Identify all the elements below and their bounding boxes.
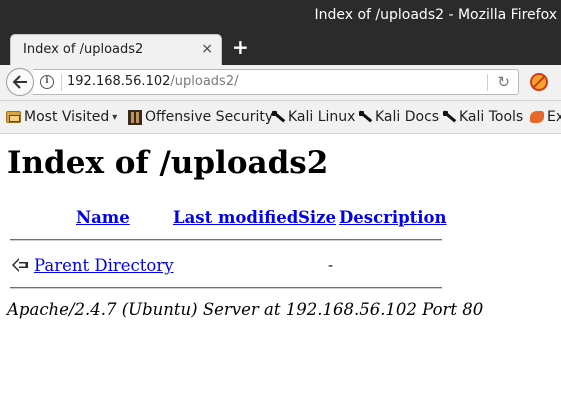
bookmark-label: Ex [547, 109, 561, 125]
folder-icon [6, 111, 21, 123]
server-signature: Apache/2.4.7 (Ubuntu) Server at 192.168.… [7, 300, 484, 319]
tab-close-icon[interactable]: × [201, 41, 213, 57]
bookmark-offensive-security[interactable]: Offensive Security [128, 109, 273, 125]
parent-directory-size: - [328, 256, 334, 274]
column-header-name[interactable]: Name [76, 208, 130, 227]
kali-icon [358, 110, 372, 124]
page-title: Index of /uploads2 [7, 145, 329, 181]
bookmark-exploit-db[interactable]: Ex [530, 109, 561, 125]
url-separator [61, 74, 62, 91]
window-title: Index of /uploads2 - Mozilla Firefox [314, 7, 557, 23]
footer-divider [10, 287, 442, 289]
offsec-icon [128, 109, 142, 125]
reload-separator [487, 74, 488, 91]
tab-active[interactable]: Index of /uploads2 × [10, 34, 222, 65]
bookmark-kali-linux[interactable]: Kali Linux [271, 109, 355, 125]
back-folder-icon [12, 258, 28, 272]
parent-directory-link[interactable]: Parent Directory [34, 256, 174, 275]
bookmark-label: Kali Linux [288, 109, 356, 125]
reload-icon[interactable]: ↻ [497, 73, 510, 91]
page-content: Index of /uploads2 Name Last modified Si… [0, 134, 561, 408]
column-header-description[interactable]: Description [339, 208, 447, 227]
kali-icon [271, 110, 285, 124]
back-arrow-icon [12, 75, 27, 89]
url-host: 192.168.56.102 [67, 74, 171, 89]
back-button[interactable] [6, 68, 34, 96]
exploit-db-icon [530, 111, 544, 123]
bookmark-kali-tools[interactable]: Kali Tools [442, 109, 523, 125]
bookmark-most-visited[interactable]: Most Visited ▾ [6, 109, 117, 125]
new-tab-button[interactable]: + [232, 35, 249, 59]
bookmark-label: Offensive Security [145, 109, 274, 125]
navigation-toolbar: i 192.168.56.102/uploads2/ ↻ [0, 65, 561, 101]
chevron-down-icon: ▾ [112, 111, 118, 123]
bookmark-label: Kali Docs [375, 109, 440, 125]
tab-label: Index of /uploads2 [23, 42, 144, 57]
url-bar[interactable]: i 192.168.56.102/uploads2/ ↻ [33, 69, 519, 95]
tab-strip: Index of /uploads2 × + [0, 31, 561, 65]
header-divider [10, 239, 442, 241]
url-text[interactable]: 192.168.56.102/uploads2/ [67, 74, 238, 89]
column-header-last-modified[interactable]: Last modified [173, 208, 298, 227]
bookmark-label: Kali Tools [459, 109, 524, 125]
bookmark-kali-docs[interactable]: Kali Docs [358, 109, 439, 125]
kali-icon [442, 110, 456, 124]
column-header-size[interactable]: Size [298, 208, 336, 227]
bookmark-label: Most Visited [24, 109, 110, 125]
addon-block-icon[interactable] [530, 73, 548, 91]
site-info-icon[interactable]: i [40, 75, 54, 89]
url-path: /uploads2/ [170, 74, 239, 89]
window-titlebar: Index of /uploads2 - Mozilla Firefox [0, 0, 561, 31]
bookmarks-toolbar: Most Visited ▾ Offensive Security Kali L… [0, 101, 561, 134]
